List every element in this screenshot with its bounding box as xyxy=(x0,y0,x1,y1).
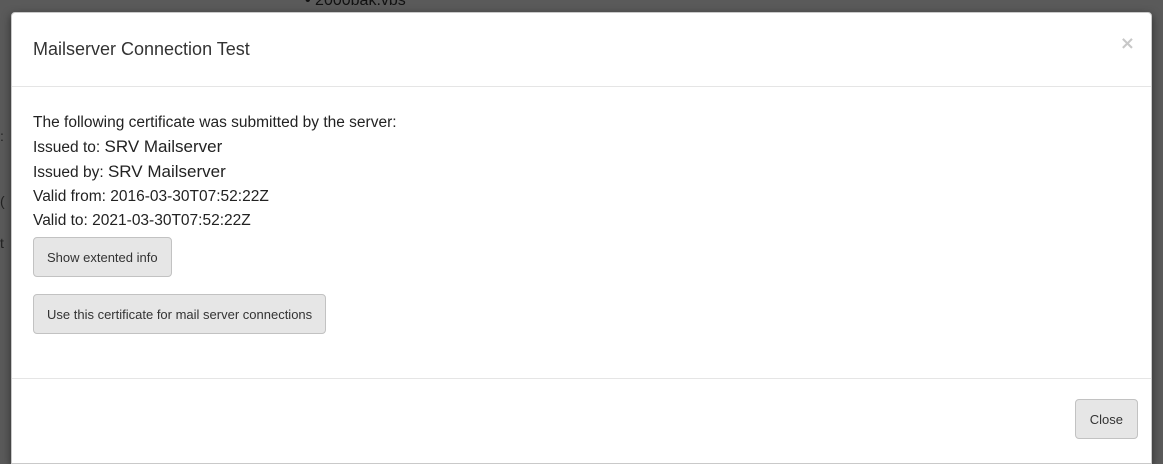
backdrop-fragment: t xyxy=(0,235,4,251)
dialog-footer: Close xyxy=(12,379,1151,463)
issued-to-row: Issued to: SRV Mailserver xyxy=(33,135,1130,160)
backdrop-fragment: : xyxy=(0,128,4,144)
dialog-title: Mailserver Connection Test xyxy=(33,39,250,59)
valid-to-label: Valid to: xyxy=(33,212,93,229)
issued-by-value: SRV Mailserver xyxy=(107,162,226,181)
issued-by-row: Issued by: SRV Mailserver xyxy=(33,160,1130,185)
issued-to-value: SRV Mailserver xyxy=(104,137,223,156)
valid-to-row: Valid to: 2021-03-30T07:52:22Z xyxy=(33,209,1130,233)
issued-by-label: Issued by: xyxy=(33,164,108,181)
dialog-header: Mailserver Connection Test × xyxy=(12,13,1151,87)
connection-test-dialog: Mailserver Connection Test × The followi… xyxy=(11,12,1152,464)
close-icon[interactable]: × xyxy=(1120,35,1135,53)
valid-from-row: Valid from: 2016-03-30T07:52:22Z xyxy=(33,185,1130,209)
backdrop-text: • 2000bak.vbs xyxy=(305,0,406,9)
valid-from-label: Valid from: xyxy=(33,188,111,205)
backdrop-fragment: ( xyxy=(0,193,5,209)
close-button[interactable]: Close xyxy=(1074,399,1138,439)
dialog-body: The following certificate was submitted … xyxy=(12,87,1151,379)
issued-to-label: Issued to: xyxy=(33,139,105,156)
certificate-intro: The following certificate was submitted … xyxy=(33,114,397,131)
use-certificate-button[interactable]: Use this certificate for mail server con… xyxy=(33,294,327,334)
show-extended-info-button[interactable]: Show extented info xyxy=(33,237,172,277)
valid-to-value: 2021-03-30T07:52:22Z xyxy=(92,212,251,229)
valid-from-value: 2016-03-30T07:52:22Z xyxy=(110,188,269,205)
